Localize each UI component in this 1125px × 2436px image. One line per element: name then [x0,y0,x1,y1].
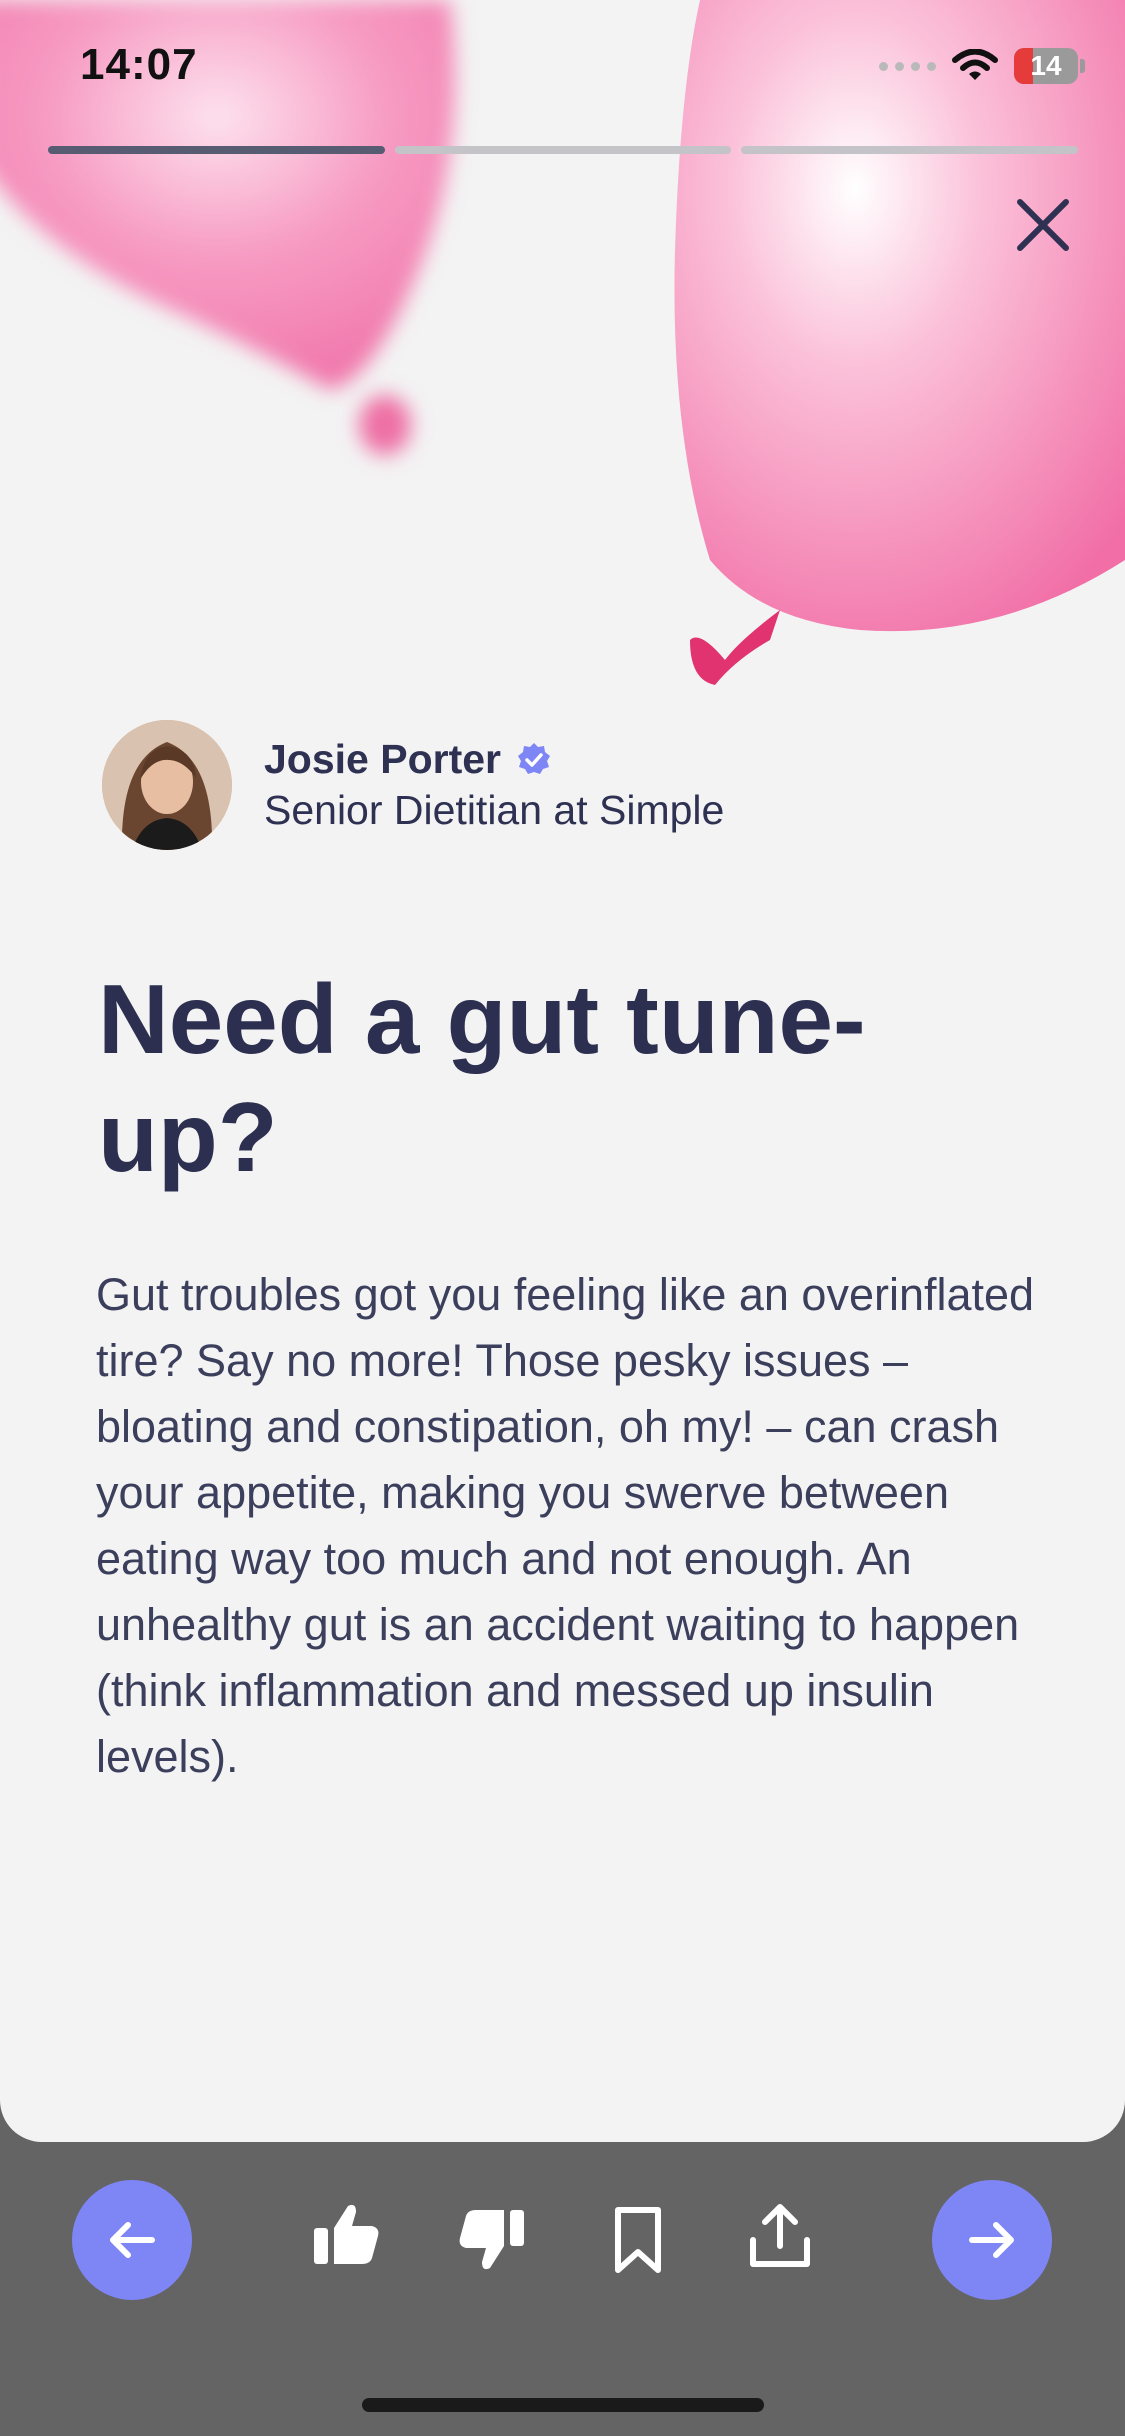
wifi-icon [952,49,998,80]
home-indicator [362,2398,764,2412]
avatar [102,720,232,850]
previous-button[interactable] [72,2180,192,2300]
dislike-button[interactable] [452,2200,532,2280]
battery-tip [1080,59,1085,73]
verified-badge-icon [518,742,550,774]
bookmark-icon [615,2207,661,2273]
story-card: 14:07 14 Josie Porter Senior Dietitian a… [0,0,1125,2142]
status-indicators: 14 [879,48,1085,84]
arrow-left-icon [110,2222,155,2258]
close-button[interactable] [1010,192,1076,258]
author-title: Senior Dietitian at Simple [264,787,725,833]
story-progress-bar [48,146,1079,154]
author-photo [102,720,232,850]
share-button[interactable] [740,2196,820,2276]
status-time: 14:07 [80,40,198,89]
article-headline: Need a gut tune-up? [98,964,866,1192]
progress-segment [741,146,1079,154]
progress-segment [48,146,385,154]
arrow-right-icon [969,2222,1014,2258]
bookmark-button[interactable] [598,2200,678,2280]
progress-segment [394,146,732,154]
article-body: Gut troubles got you feeling like an ove… [96,1269,1035,1782]
thumbs-down-icon [459,2210,524,2270]
author-block: Josie Porter Senior Dietitian at Simple [102,720,724,850]
balloon-illustration [0,0,1125,685]
battery-icon: 14 [1014,48,1078,84]
signal-dots-icon [879,61,936,71]
close-icon [1017,199,1069,251]
share-icon [750,2204,810,2267]
author-name: Josie Porter [264,736,501,782]
next-button[interactable] [932,2180,1052,2300]
thumbs-up-icon [314,2204,379,2264]
battery-level: 14 [1030,50,1062,81]
bottom-toolbar [0,2142,1125,2436]
like-button[interactable] [306,2194,386,2274]
author-name-row: Josie Porter [264,736,724,783]
